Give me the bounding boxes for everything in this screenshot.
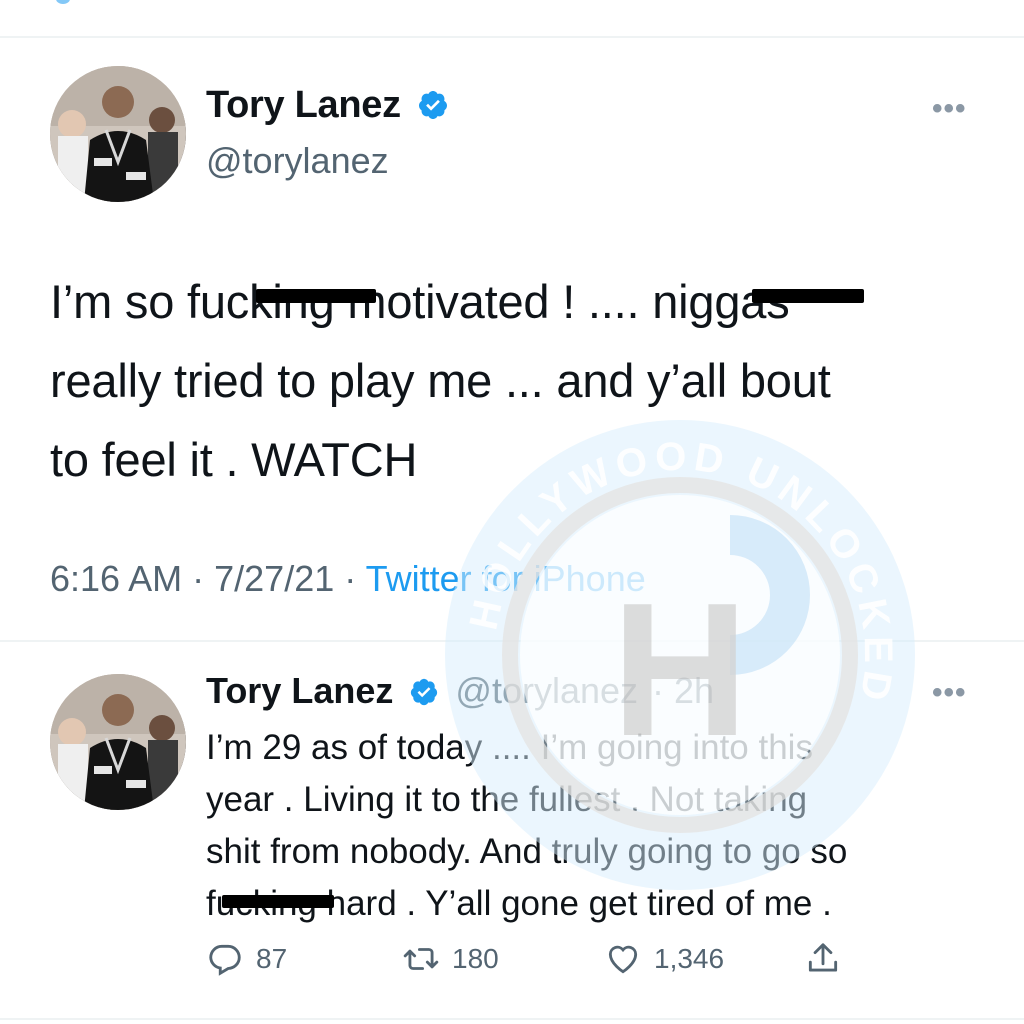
more-options-icon[interactable]: •••: [932, 676, 967, 710]
tweet-date[interactable]: 7/27/21: [214, 558, 334, 599]
redaction-bar: [256, 289, 376, 303]
like-count: 1,346: [654, 943, 725, 974]
reply-age[interactable]: · 2h: [652, 670, 714, 711]
author-handle[interactable]: @torylanez: [206, 140, 389, 182]
retweet-button[interactable]: 180: [402, 940, 499, 978]
avatar-photo: [50, 66, 186, 202]
reply-header: Tory Lanez @torylanez · 2h: [206, 670, 714, 712]
reply-text-line: year . Living it to the fullest . Not ta…: [206, 780, 808, 819]
action-bar: 87 180 1,346: [206, 940, 866, 990]
avatar-photo: [50, 674, 186, 810]
tweet-text-line: really tried to play me ... and y’all bo…: [50, 354, 831, 407]
author-name[interactable]: Tory Lanez: [206, 84, 449, 127]
meta-separator: ·: [344, 558, 357, 599]
tweet-divider: [0, 640, 1024, 642]
verified-badge-icon: [411, 678, 438, 706]
tweet-metadata: 6:16 AM · 7/27/21 · Twitter for iPhone: [50, 558, 646, 600]
reply-author-name[interactable]: Tory Lanez: [206, 670, 393, 711]
meta-separator: ·: [192, 558, 205, 599]
retweet-icon: [403, 948, 439, 970]
retweet-count: 180: [452, 943, 499, 974]
more-options-icon[interactable]: •••: [932, 92, 967, 126]
reply-text-line: shit from nobody. And truly going to go …: [206, 832, 848, 871]
reply-count: 87: [256, 943, 288, 974]
share-icon: [808, 943, 838, 972]
previous-tweet-edge: [56, 0, 70, 4]
reply-button[interactable]: 87: [206, 940, 287, 978]
heart-icon: [608, 945, 638, 974]
redaction-bar: [222, 895, 334, 908]
reply-icon: [209, 944, 241, 976]
like-button[interactable]: 1,346: [604, 940, 724, 978]
tweet-source-link[interactable]: Twitter for iPhone: [366, 558, 646, 599]
verified-badge-icon: [419, 91, 448, 119]
redaction-bar: [752, 289, 864, 303]
tweet-time[interactable]: 6:16 AM: [50, 558, 182, 599]
avatar[interactable]: [50, 66, 186, 202]
bottom-divider: [0, 1018, 1024, 1020]
reply-author-handle[interactable]: @torylanez: [455, 670, 638, 711]
reply-text-line: I’m 29 as of today .... I’m going into t…: [206, 728, 813, 767]
avatar[interactable]: [50, 674, 186, 810]
top-divider: [0, 36, 1024, 38]
share-button[interactable]: [804, 940, 842, 978]
author-name-text: Tory Lanez: [206, 84, 401, 126]
tweet-text-line: to feel it . WATCH: [50, 433, 418, 486]
